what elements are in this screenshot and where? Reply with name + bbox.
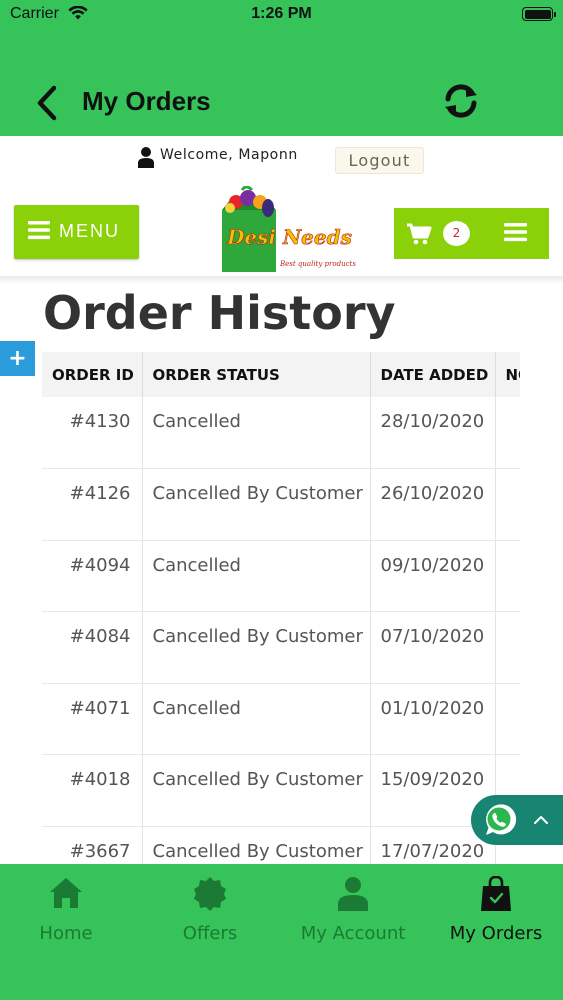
column-header-date-added: DATE ADDED (370, 352, 496, 397)
status-bar: Carrier 1:26 PM (0, 0, 563, 30)
order-id-cell: #4126 (42, 468, 143, 541)
tab-home[interactable]: Home (0, 864, 136, 964)
home-icon (50, 878, 82, 908)
extra-cell (495, 468, 520, 541)
column-header-order-status: ORDER STATUS (142, 352, 371, 397)
person-icon (338, 877, 368, 911)
tab-my-account[interactable]: My Account (283, 864, 423, 964)
logo-text: Desi Needs (227, 225, 352, 250)
order-status-cell: Cancelled By Customer (142, 826, 371, 864)
side-expand-button[interactable]: + (0, 340, 36, 377)
page-title: Order History (43, 286, 396, 340)
extra-cell (495, 540, 520, 612)
logout-button[interactable]: Logout (335, 147, 424, 174)
table-row[interactable]: #4071 Cancelled 01/10/2020 (42, 683, 520, 755)
date-added-cell: 01/10/2020 (370, 683, 496, 755)
order-id-cell: #4071 (42, 683, 143, 755)
extra-cell (495, 611, 520, 684)
back-chevron-icon[interactable] (30, 82, 66, 124)
tab-label: My Orders (449, 923, 543, 944)
nav-title: My Orders (82, 86, 211, 116)
order-status-cell: Cancelled (142, 397, 371, 469)
logo-tagline: Best quality products (280, 260, 356, 268)
tab-label: Home (39, 923, 93, 944)
tab-my-orders[interactable]: My Orders (426, 864, 563, 964)
order-status-cell: Cancelled By Customer (142, 468, 371, 541)
hamburger-icon (28, 221, 50, 240)
whatsapp-icon[interactable] (478, 799, 520, 841)
cart-bar: 2 (394, 208, 549, 259)
status-time: 1:26 PM (251, 5, 312, 22)
date-added-cell: 07/10/2020 (370, 611, 496, 684)
table-row[interactable]: #4126 Cancelled By Customer 26/10/2020 (42, 468, 520, 541)
table-row[interactable]: #4018 Cancelled By Customer 15/09/2020 (42, 754, 520, 827)
order-status-cell: Cancelled (142, 540, 371, 612)
welcome-text: Welcome, Maponn (160, 147, 298, 163)
table-row[interactable]: #4130 Cancelled 28/10/2020 (42, 397, 520, 469)
shopping-bag-icon (481, 876, 511, 911)
hamburger-icon[interactable] (504, 222, 527, 242)
cart-count-badge[interactable]: 2 (443, 221, 470, 246)
header-divider (0, 276, 563, 284)
tab-label: My Account (300, 923, 406, 944)
cart-icon[interactable] (406, 222, 432, 246)
order-history-table[interactable]: ORDER ID ORDER STATUS DATE ADDED NO #413… (42, 352, 520, 864)
bottom-tab-bar: Home Offers My Account My Orders (0, 864, 563, 1000)
tab-label: Offers (182, 923, 238, 944)
order-status-cell: Cancelled By Customer (142, 611, 371, 684)
order-id-cell: #4130 (42, 397, 143, 469)
order-id-cell: #3667 (42, 826, 143, 864)
whatsapp-widget[interactable] (471, 795, 563, 845)
order-id-cell: #4094 (42, 540, 143, 612)
order-status-cell: Cancelled (142, 683, 371, 755)
tab-offers[interactable]: Offers (140, 864, 280, 964)
table-header-row: ORDER ID ORDER STATUS DATE ADDED NO (42, 352, 520, 397)
chevron-up-icon[interactable] (533, 814, 549, 826)
column-header-order-id: ORDER ID (42, 352, 143, 397)
battery-icon (522, 7, 556, 21)
menu-button[interactable]: MENU (14, 205, 139, 259)
date-added-cell: 26/10/2020 (370, 468, 496, 541)
order-id-cell: #4084 (42, 611, 143, 684)
offer-badge-icon (194, 877, 226, 911)
user-icon (138, 147, 154, 168)
extra-cell (495, 683, 520, 755)
date-added-cell: 09/10/2020 (370, 540, 496, 612)
order-id-cell: #4018 (42, 754, 143, 827)
table-row[interactable]: #4094 Cancelled 09/10/2020 (42, 540, 520, 612)
menu-label: MENU (59, 221, 120, 241)
date-added-cell: 28/10/2020 (370, 397, 496, 469)
column-header-no: NO (495, 352, 520, 397)
table-row[interactable]: #4084 Cancelled By Customer 07/10/2020 (42, 611, 520, 684)
table-row[interactable]: #3667 Cancelled By Customer 17/07/2020 (42, 826, 520, 864)
extra-cell (495, 397, 520, 469)
order-status-cell: Cancelled By Customer (142, 754, 371, 827)
refresh-icon[interactable] (440, 80, 482, 122)
